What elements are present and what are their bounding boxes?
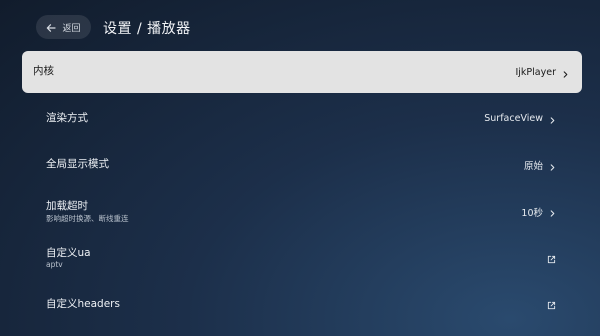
external-link-icon [547, 249, 556, 268]
setting-value: 10秒 [521, 207, 543, 219]
setting-value: 原始 [523, 161, 543, 173]
setting-row-render-mode[interactable]: 渲染方式 SurfaceView [22, 98, 582, 140]
setting-title: 内核 [33, 65, 54, 78]
setting-row-load-timeout[interactable]: 加载超时 影响超时换源、断线重连 10秒 [22, 191, 582, 233]
external-link-icon [547, 295, 556, 314]
back-button[interactable]: 返回 [36, 15, 91, 39]
setting-title: 加载超时 [46, 200, 88, 213]
setting-row-display-mode[interactable]: 全局显示模式 原始 [22, 144, 582, 186]
arrow-left-icon [46, 18, 57, 37]
setting-subtitle: aptv [46, 260, 63, 270]
setting-value: IjkPlayer [515, 66, 556, 78]
back-button-label: 返回 [62, 23, 81, 34]
top-bar: 返回 设置 / 播放器 [0, 0, 600, 52]
page-title: 设置 / 播放器 [103, 21, 191, 37]
setting-title: 渲染方式 [46, 111, 88, 124]
setting-value: SurfaceView [484, 113, 543, 125]
setting-row-custom-ua[interactable]: 自定义ua aptv [22, 237, 582, 279]
chevron-right-icon [549, 109, 556, 128]
setting-title: 全局显示模式 [46, 158, 109, 171]
setting-row-custom-headers[interactable]: 自定义headers [22, 284, 582, 326]
settings-list: 内核 IjkPlayer 渲染方式 SurfaceView 全局显示模式 原始 [22, 51, 582, 331]
setting-title: 自定义ua [46, 246, 91, 259]
chevron-right-icon [549, 156, 556, 175]
chevron-right-icon [549, 202, 556, 221]
setting-row-core[interactable]: 内核 IjkPlayer [22, 51, 582, 93]
setting-subtitle: 影响超时换源、断线重连 [46, 213, 129, 223]
chevron-right-icon [562, 63, 569, 82]
setting-title: 自定义headers [46, 298, 120, 311]
